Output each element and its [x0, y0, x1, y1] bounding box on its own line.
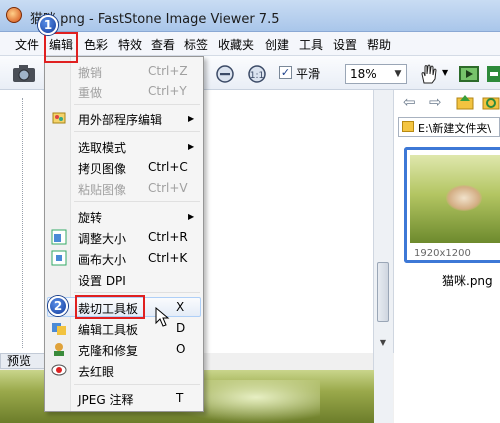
menu-item-jpeg-shortcut: T: [176, 391, 184, 405]
menu-item-rotate[interactable]: 旋转: [78, 209, 102, 226]
folder-icon: [402, 121, 414, 132]
submenu-arrow-icon: ▶: [188, 142, 195, 151]
annotation-box-crop-item: [75, 295, 145, 319]
menu-separator: [74, 131, 200, 132]
red-eye-icon: [51, 364, 67, 376]
folder-up-icon[interactable]: [456, 94, 474, 110]
mouse-cursor-icon: [155, 307, 170, 327]
clone-heal-icon: [54, 343, 64, 356]
menu-item-crop-shortcut: X: [176, 300, 185, 314]
menu-item-canvas-shortcut: Ctrl+K: [148, 251, 188, 265]
menu-item-undo[interactable]: 撤销: [78, 64, 102, 81]
menu-settings[interactable]: 设置: [333, 36, 357, 53]
menu-item-redo[interactable]: 重做: [78, 84, 102, 101]
step-badge-1: 1: [38, 15, 58, 35]
external-editor-icon: [52, 112, 66, 124]
menu-item-edit-shortcut: D: [176, 321, 186, 335]
camera-icon[interactable]: [12, 63, 36, 83]
menu-item-jpeg-comment[interactable]: JPEG 注释: [78, 391, 133, 408]
canvas-size-icon: [51, 250, 67, 266]
menu-separator: [74, 384, 200, 385]
title-bar: 猫咪.png - FastStone Image Viewer 7.5: [0, 0, 500, 32]
menu-item-red-eye[interactable]: 去红眼: [78, 363, 114, 380]
app-icon[interactable]: [6, 7, 22, 23]
menu-help[interactable]: 帮助: [367, 36, 391, 53]
menu-item-canvas-size[interactable]: 画布大小: [78, 251, 126, 268]
path-text: E:\新建文件夹\: [418, 122, 492, 135]
panel-scrollbar[interactable]: [373, 90, 393, 423]
menu-item-undo-shortcut: Ctrl+Z: [148, 64, 188, 78]
tree-guide-line: [22, 98, 23, 348]
menu-item-copy-image[interactable]: 拷贝图像: [78, 160, 126, 177]
menu-tools[interactable]: 工具: [299, 36, 323, 53]
menu-item-resize[interactable]: 调整大小: [78, 230, 126, 247]
forward-arrow-icon[interactable]: ⇨: [429, 93, 442, 111]
menu-item-clone-heal[interactable]: 克隆和修复: [78, 342, 138, 359]
menu-tags[interactable]: 标签: [184, 36, 208, 53]
menu-item-select-mode[interactable]: 选取模式: [78, 139, 126, 156]
menu-item-resize-shortcut: Ctrl+R: [148, 230, 188, 244]
thumbnail-dimensions: 1920x1200: [414, 248, 471, 259]
chevron-down-icon: ▼: [394, 69, 402, 79]
menu-item-paste-image[interactable]: 粘贴图像: [78, 181, 126, 198]
smooth-label: 平滑: [296, 67, 321, 81]
zoom-out-icon[interactable]: [215, 64, 235, 84]
refresh-folder-icon[interactable]: [482, 94, 500, 110]
zoom-value: 18%: [350, 67, 377, 81]
smooth-checkbox[interactable]: ✓: [279, 66, 292, 79]
menu-view[interactable]: 查看: [151, 36, 175, 53]
slideshow-icon[interactable]: [458, 64, 480, 84]
scroll-down-icon[interactable]: ▼: [377, 338, 389, 350]
menu-separator: [74, 292, 200, 293]
menu-effects[interactable]: 特效: [118, 36, 142, 53]
menu-separator: [74, 104, 200, 105]
resize-icon: [51, 229, 67, 245]
menu-favorites[interactable]: 收藏夹: [218, 36, 254, 53]
scrollbar-thumb[interactable]: [377, 262, 389, 322]
menu-item-copy-shortcut: Ctrl+C: [148, 160, 188, 174]
menu-item-edit-board[interactable]: 编辑工具板: [78, 321, 138, 338]
back-arrow-icon[interactable]: ⇦: [403, 93, 416, 111]
annotation-box-edit-menu: [44, 32, 78, 63]
zoom-select[interactable]: 18% ▼: [345, 64, 407, 84]
menu-item-redo-shortcut: Ctrl+Y: [148, 84, 187, 98]
submenu-arrow-icon: ▶: [188, 114, 195, 123]
export-icon[interactable]: [486, 64, 500, 84]
menu-separator: [74, 201, 200, 202]
menu-create[interactable]: 创建: [265, 36, 289, 53]
window-title: 猫咪.png - FastStone Image Viewer 7.5: [30, 12, 280, 27]
thumbnail-filename[interactable]: 猫咪.png: [442, 272, 493, 289]
svg-text:1:1: 1:1: [250, 71, 264, 81]
menu-file[interactable]: 文件: [15, 36, 39, 53]
menu-item-external-editor[interactable]: 用外部程序编辑: [78, 111, 162, 128]
menu-color[interactable]: 色彩: [84, 36, 108, 53]
menu-item-set-dpi[interactable]: 设置 DPI: [78, 272, 126, 289]
actual-size-icon[interactable]: 1:1: [247, 64, 267, 84]
menu-item-paste-shortcut: Ctrl+V: [148, 181, 188, 195]
menu-item-clone-shortcut: O: [176, 342, 186, 356]
hand-dropdown-icon[interactable]: ▼: [442, 68, 448, 77]
cat-figure: [446, 185, 482, 211]
edit-board-icon: [52, 323, 66, 335]
browser-nav-bar: ⇦ ⇨: [394, 92, 500, 114]
hand-tool-icon[interactable]: [418, 63, 440, 85]
step-badge-2: 2: [48, 296, 68, 316]
path-field[interactable]: E:\新建文件夹\: [398, 117, 500, 137]
submenu-arrow-icon: ▶: [188, 212, 195, 221]
